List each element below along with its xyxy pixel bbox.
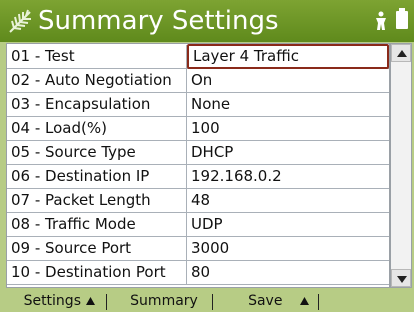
save-softkey[interactable]: Save bbox=[234, 291, 324, 311]
setting-value[interactable]: 100 bbox=[187, 117, 389, 140]
setting-name: 07 - Packet Length bbox=[7, 189, 187, 212]
arrow-up-icon bbox=[397, 50, 407, 57]
save-softkey-label: Save bbox=[248, 293, 283, 309]
softkey-bar: Settings Summary Save bbox=[0, 290, 414, 312]
setting-value[interactable]: None bbox=[187, 93, 389, 116]
summary-softkey[interactable]: Summary bbox=[112, 291, 216, 311]
table-row[interactable]: 10 - Destination Port 80 bbox=[7, 261, 389, 285]
setting-name: 10 - Destination Port bbox=[7, 261, 187, 284]
scroll-up-button[interactable] bbox=[391, 44, 411, 62]
scroll-down-button[interactable] bbox=[391, 269, 411, 287]
settings-softkey-label: Settings bbox=[23, 293, 81, 309]
setting-value[interactable]: 192.168.0.2 bbox=[187, 165, 389, 188]
setting-name: 08 - Traffic Mode bbox=[7, 213, 187, 236]
triangle-up-icon bbox=[86, 297, 96, 305]
setting-value[interactable]: Layer 4 Traffic bbox=[187, 44, 389, 69]
softkey-divider bbox=[212, 294, 213, 310]
setting-value[interactable]: 80 bbox=[187, 261, 389, 284]
person-icon bbox=[376, 11, 386, 30]
table-row[interactable]: 05 - Source Type DHCP bbox=[7, 141, 389, 165]
table-row[interactable]: 09 - Source Port 3000 bbox=[7, 237, 389, 261]
setting-name: 09 - Source Port bbox=[7, 237, 187, 260]
page-title: Summary Settings bbox=[38, 6, 279, 36]
table-row[interactable]: 06 - Destination IP 192.168.0.2 bbox=[7, 165, 389, 189]
triangle-up-icon bbox=[299, 297, 309, 305]
table-row[interactable]: 04 - Load(%) 100 bbox=[7, 117, 389, 141]
title-bar: Summary Settings bbox=[0, 0, 414, 42]
softkey-divider bbox=[318, 294, 319, 310]
setting-value[interactable]: 3000 bbox=[187, 237, 389, 260]
setting-value[interactable]: UDP bbox=[187, 213, 389, 236]
summary-softkey-label: Summary bbox=[130, 293, 198, 309]
settings-softkey[interactable]: Settings bbox=[10, 291, 110, 311]
setting-value[interactable]: 48 bbox=[187, 189, 389, 212]
table-row[interactable]: 07 - Packet Length 48 bbox=[7, 189, 389, 213]
settings-table: 01 - Test Layer 4 Traffic 02 - Auto Negoti… bbox=[6, 43, 390, 288]
setting-name: 04 - Load(%) bbox=[7, 117, 187, 140]
setting-name: 02 - Auto Negotiation bbox=[7, 69, 187, 92]
setting-name: 01 - Test bbox=[7, 45, 187, 68]
setting-name: 06 - Destination IP bbox=[7, 165, 187, 188]
table-row[interactable]: 01 - Test Layer 4 Traffic bbox=[7, 44, 389, 69]
arrow-down-icon bbox=[397, 276, 407, 283]
setting-name: 03 - Encapsulation bbox=[7, 93, 187, 116]
setting-name: 05 - Source Type bbox=[7, 141, 187, 164]
setting-value[interactable]: On bbox=[187, 69, 389, 92]
softkey-divider bbox=[106, 294, 107, 310]
setting-value[interactable]: DHCP bbox=[187, 141, 389, 164]
table-row[interactable]: 03 - Encapsulation None bbox=[7, 93, 389, 117]
battery-icon bbox=[396, 8, 408, 29]
feather-logo-icon bbox=[9, 9, 31, 33]
scrollbar[interactable] bbox=[390, 43, 412, 288]
table-row[interactable]: 02 - Auto Negotiation On bbox=[7, 69, 389, 93]
table-row[interactable]: 08 - Traffic Mode UDP bbox=[7, 213, 389, 237]
